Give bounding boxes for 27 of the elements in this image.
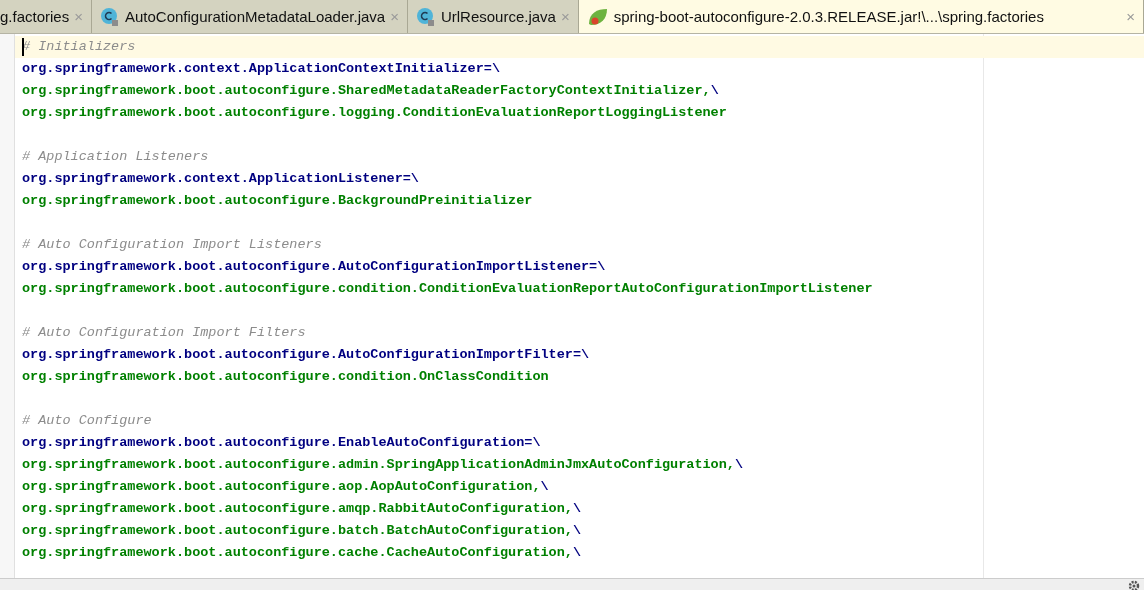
code-line: org.springframework.context.ApplicationContextInitializer=\ <box>22 61 500 76</box>
leaf-icon <box>586 6 609 27</box>
class-icon <box>99 6 120 27</box>
editor-tab[interactable]: AutoConfigurationMetadataLoader.java × <box>91 0 408 33</box>
code-comment: # Auto Configuration Import Filters <box>22 325 306 340</box>
code-line: org.springframework.boot.autoconfigure.AutoConfigurationImportListener=\ <box>22 259 606 274</box>
class-icon <box>415 6 436 27</box>
code-line: org.springframework.boot.autoconfigure.EnableAutoConfiguration=\ <box>22 435 541 450</box>
editor-tab[interactable]: g.factories × <box>0 0 92 33</box>
code-line: org.springframework.context.ApplicationListener=\ <box>22 171 419 186</box>
code-line: org.springframework.boot.autoconfigure.SharedMetadataReaderFactoryContextInitializer,\ <box>22 83 719 98</box>
code-line: org.springframework.boot.autoconfigure.BackgroundPreinitializer <box>22 193 533 208</box>
code-line: org.springframework.boot.autoconfigure.cache.CacheAutoConfiguration,\ <box>22 545 581 560</box>
code-comment: # Auto Configure <box>22 413 152 428</box>
code-line: org.springframework.boot.autoconfigure.amqp.RabbitAutoConfiguration,\ <box>22 501 581 516</box>
code-line: org.springframework.boot.autoconfigure.batch.BatchAutoConfiguration,\ <box>22 523 581 538</box>
code-line: org.springframework.boot.autoconfigure.condition.OnClassCondition <box>22 369 549 384</box>
gear-icon[interactable] <box>1128 580 1140 590</box>
code-line: org.springframework.boot.autoconfigure.AutoConfigurationImportFilter=\ <box>22 347 590 362</box>
editor-tab[interactable]: UrlResource.java × <box>407 0 579 33</box>
code-comment: # Auto Configuration Import Listeners <box>22 237 322 252</box>
editor-tab[interactable]: spring-boot-autoconfigure-2.0.3.RELEASE.jar!\...\spring.factories × <box>578 0 1144 33</box>
code-line: org.springframework.boot.autoconfigure.logging.ConditionEvaluationReportLoggingListener <box>22 105 727 120</box>
code-line: org.springframework.boot.autoconfigure.admin.SpringApplicationAdminJmxAutoConfiguration,\ <box>22 457 744 472</box>
code-comment: # Application Listeners <box>22 149 209 164</box>
code-line: org.springframework.boot.autoconfigure.aop.AopAutoConfiguration,\ <box>22 479 549 494</box>
code-line: org.springframework.boot.autoconfigure.condition.ConditionEvaluationReportAutoConfigurationImportListener <box>22 281 873 296</box>
